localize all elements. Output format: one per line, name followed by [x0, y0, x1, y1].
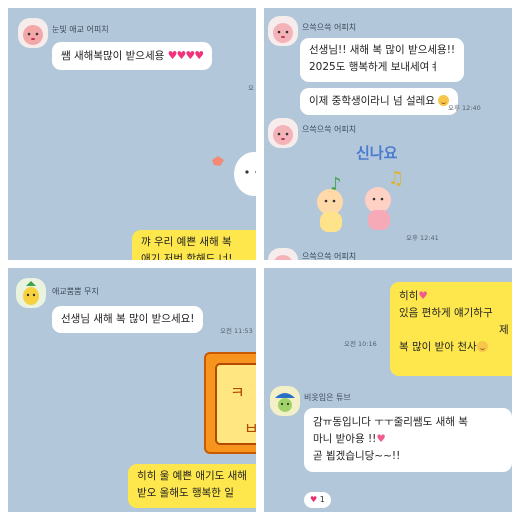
message-bubble[interactable]: 이제 중학생이라니 넘 설레요 [300, 88, 459, 115]
message-line-2-wrap: 마니 받아용 !!♥ [313, 431, 503, 448]
svg-text:♫: ♫ [388, 168, 404, 189]
apeach-avatar[interactable] [268, 16, 298, 46]
smile-emoji-icon [476, 341, 488, 352]
ghost-sticker[interactable] [204, 136, 256, 196]
message-line-2: 마니 받아용 !! [313, 433, 377, 445]
sticker-caption: 신나요 [356, 144, 398, 162]
apeach-avatar[interactable] [18, 18, 48, 48]
message-bubble[interactable]: 감ㅠ동입니다 ㅜㅜ줄리쌤도 새해 복 마니 받아용 !!♥ 곧 뵙겠습니당~~!… [304, 408, 512, 472]
message-line-1: 선생님!! 새해 복 많이 받으세용!! [309, 44, 456, 56]
muzi-avatar[interactable] [16, 278, 46, 308]
message-line-3: 곧 뵙겠습니당~~!! [313, 450, 401, 462]
message-line-2: 2025도 행복하게 보내세여ㅕ [309, 61, 439, 73]
reply-line-2-wrap: 받오 올해도 행복한 일 [137, 485, 256, 502]
apeach-avatar[interactable] [268, 248, 298, 260]
reply-bubble[interactable]: 꺄 우리 예쁜 새해 복 애기 저번 학해드 너! [132, 230, 256, 260]
my-line-2: 있음 편하게 얘기하구 [399, 307, 493, 319]
my-line-3: 제 [499, 324, 509, 336]
sender-name: 으쓱으쓱 어피치 [302, 23, 357, 32]
my-line-4-wrap: 복 많이 받아 천사 [399, 339, 511, 356]
celebration-sticker[interactable]: 신나요 ♪ ♫ [296, 134, 412, 244]
heart-reaction-icon: ♥ [310, 495, 318, 504]
sender-name: 으쓱으쓱 어피치 [302, 252, 357, 260]
my-line-4: 복 많이 받아 천사 [399, 341, 477, 353]
message-text: 쌤 새해복많이 받으세용 [61, 50, 165, 62]
reply-line-1: 히히 울 예쁜 애기도 새해 [137, 470, 247, 482]
message-text: 선생님 새해 복 많이 받으세요! [61, 313, 195, 325]
my-line-1: 히히 [399, 290, 419, 302]
chat-panel-3: 애교뿜뿜 무지 선생님 새해 복 많이 받으세요! 오전 11:53 ㅋ ㅂ 히… [8, 268, 256, 512]
message-time: 오전 11:53 [220, 327, 253, 335]
reply-line-1: 꺄 우리 예쁜 새해 복 [141, 236, 232, 248]
svg-text:ㅋ: ㅋ [230, 383, 245, 402]
message-bubble[interactable]: 선생님!! 새해 복 많이 받으세용!! 2025도 행복하게 보내세여ㅕ [300, 38, 465, 82]
reaction-badge[interactable]: ♥ 1 [304, 492, 331, 508]
message-bubble[interactable]: 선생님 새해 복 많이 받으세요! [52, 306, 204, 333]
sender-name: 비옷입은 튜브 [304, 393, 351, 402]
chat-panel-2: 으쓱으쓱 어피치 선생님!! 새해 복 많이 받으세용!! 2025도 행복하게… [264, 8, 512, 260]
sender-name: 눈빛 애교 어피치 [52, 25, 109, 34]
apeach-avatar[interactable] [268, 118, 298, 148]
heart-icon: ♥ [376, 433, 386, 445]
heart-icon: ♥ [418, 290, 428, 302]
chat-panel-4: 히히♥ 있음 편하게 얘기하구 제 복 많이 받아 천사 오전 10:16 비옷… [264, 268, 512, 512]
message-text: 이제 중학생이라니 넘 설레요 [309, 95, 435, 107]
my-line-1-wrap: 히히♥ [399, 288, 511, 305]
new-year-card-image[interactable]: ㅋ ㅂ [204, 352, 256, 454]
hearts-icon: ♥♥♥♥ [167, 49, 204, 62]
message-time: 오전 10:16 [344, 340, 377, 348]
message-time: 오 [248, 84, 254, 92]
reply-line-2: 애기 저번 학해드 너! [141, 253, 233, 260]
reply-bubble[interactable]: 히히 울 예쁜 애기도 새해 받오 올해도 행복한 일 [128, 464, 256, 508]
message-time: 오후 12:41 [406, 234, 439, 242]
svg-text:ㅂ: ㅂ [244, 419, 256, 438]
my-message-bubble[interactable]: 히히♥ 있음 편하게 얘기하구 제 복 많이 받아 천사 [390, 282, 512, 376]
tube-avatar[interactable] [270, 386, 300, 416]
message-line-1: 감ㅠ동입니다 ㅜㅜ줄리쌤도 새해 복 [313, 416, 468, 428]
reply-line-2: 받오 올해도 행복한 일 [137, 487, 234, 499]
chat-panel-1: 눈빛 애교 어피치 쌤 새해복많이 받으세용 ♥♥♥♥ 오 꺄 우리 예쁜 새해… [8, 8, 256, 260]
message-bubble[interactable]: 쌤 새해복많이 받으세용 ♥♥♥♥ [52, 42, 213, 70]
message-time: 오후 12:40 [448, 104, 481, 112]
sender-name: 애교뿜뿜 무지 [52, 287, 99, 296]
reaction-count: 1 [319, 495, 325, 504]
